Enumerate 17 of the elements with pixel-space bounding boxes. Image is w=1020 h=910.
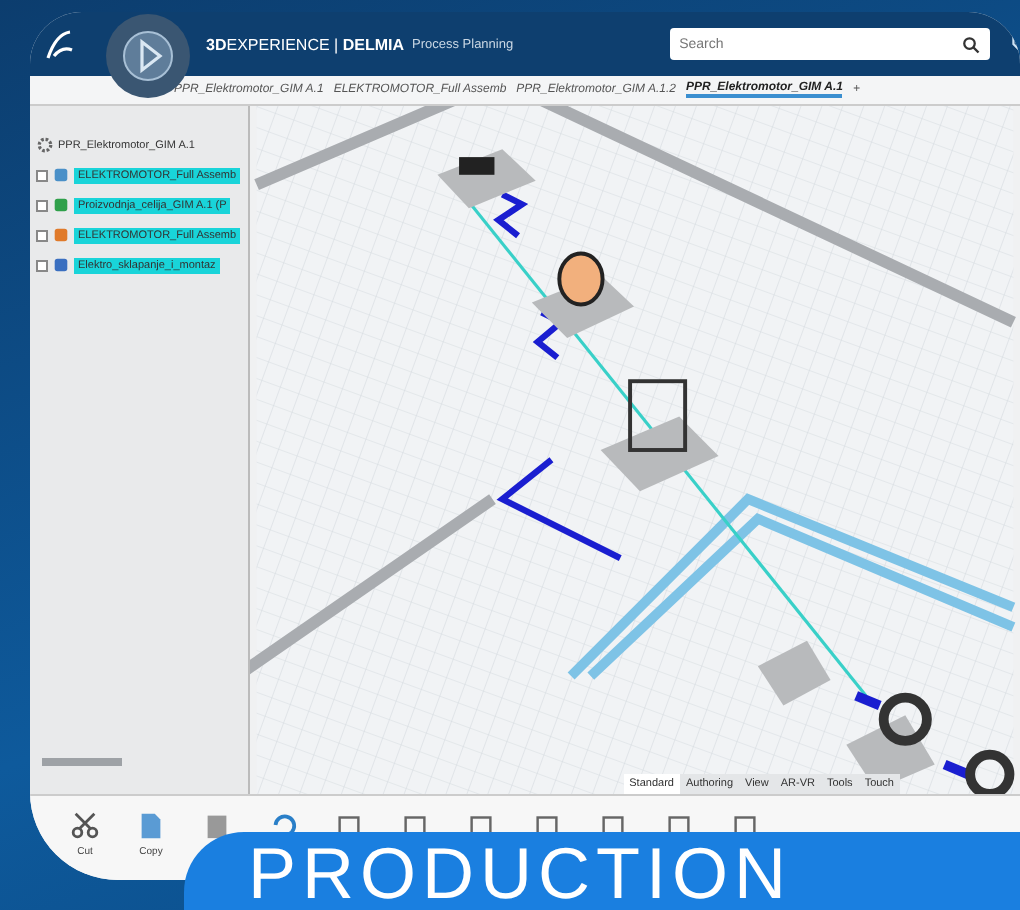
collapse-toggle[interactable] bbox=[36, 229, 48, 241]
scissors-icon[interactable] bbox=[70, 810, 100, 840]
node-icon bbox=[52, 226, 70, 244]
app-brand: 3DEXPERIENCE | DELMIA bbox=[206, 35, 404, 53]
collapse-toggle[interactable] bbox=[36, 259, 48, 271]
node-icon bbox=[52, 166, 70, 184]
search-icon[interactable] bbox=[961, 36, 980, 54]
node-icon bbox=[52, 256, 70, 274]
collapse-toggle[interactable] bbox=[36, 199, 48, 211]
document-icon[interactable] bbox=[136, 810, 166, 840]
banner-title: PRODUCTION bbox=[248, 838, 792, 910]
gear-icon bbox=[36, 136, 54, 154]
node-icon bbox=[52, 196, 70, 214]
scroll-bar[interactable] bbox=[42, 758, 122, 766]
tool-icon[interactable] bbox=[202, 810, 232, 840]
collapse-toggle[interactable] bbox=[36, 169, 48, 181]
logo-icon bbox=[46, 29, 74, 59]
